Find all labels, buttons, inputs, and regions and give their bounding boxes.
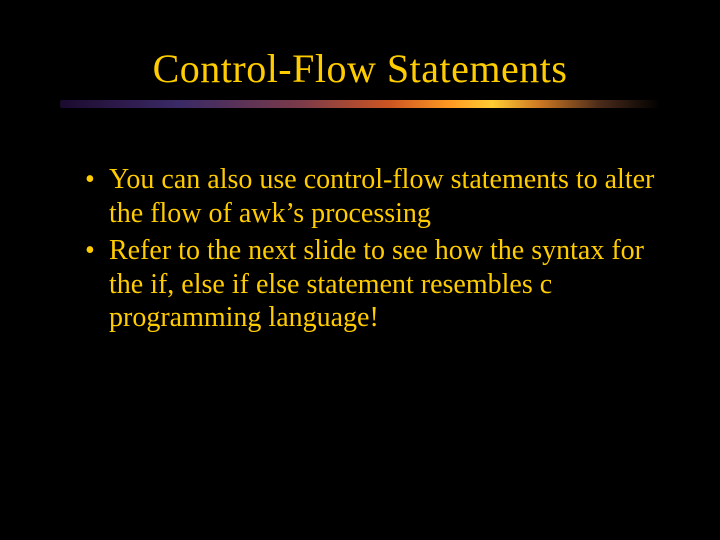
slide-title: Control-Flow Statements — [60, 45, 660, 92]
slide-content: You can also use control-flow statements… — [60, 163, 660, 335]
bullet-item: You can also use control-flow statements… — [85, 163, 655, 230]
bullet-list: You can also use control-flow statements… — [85, 163, 655, 335]
title-underline — [60, 100, 660, 108]
bullet-item: Refer to the next slide to see how the s… — [85, 234, 655, 335]
slide: Control-Flow Statements You can also use… — [0, 0, 720, 540]
